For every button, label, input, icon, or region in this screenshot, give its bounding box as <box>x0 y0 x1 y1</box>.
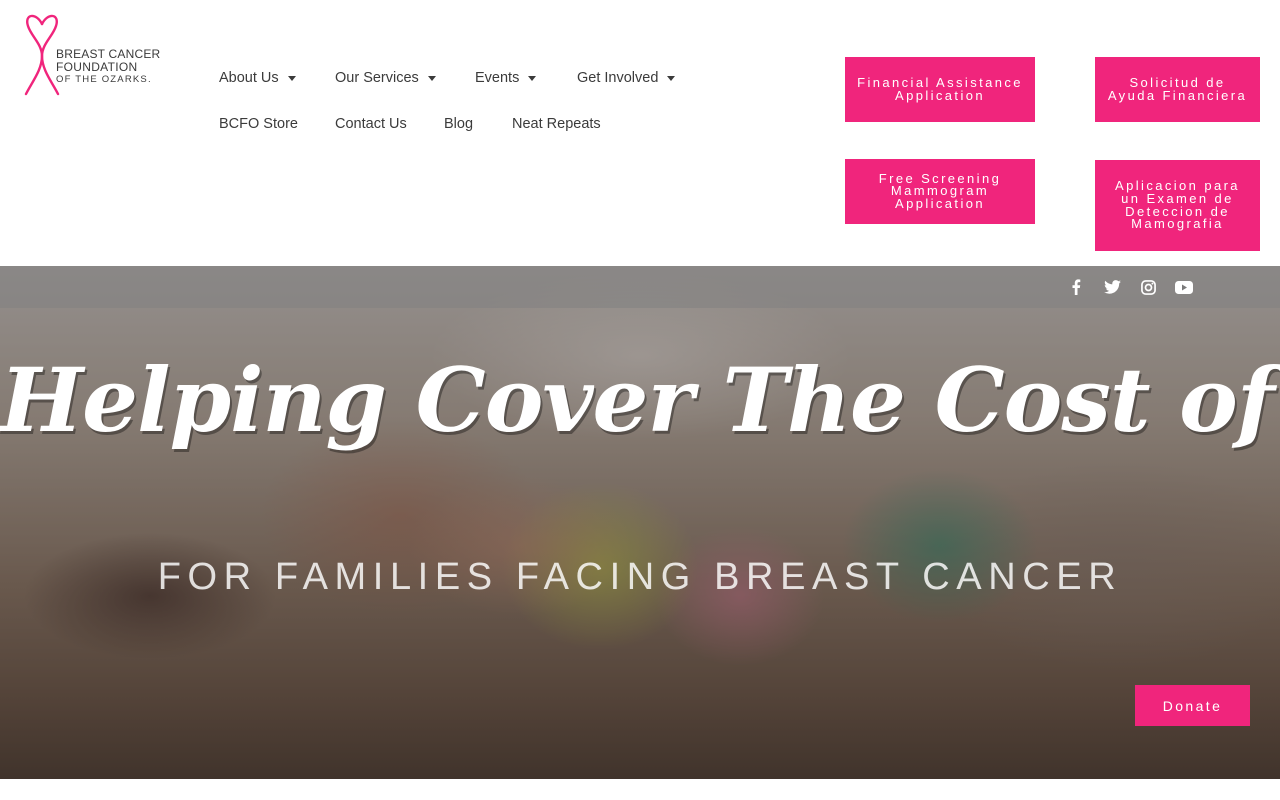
chevron-down-icon <box>667 75 676 81</box>
nav-neat-repeats[interactable]: Neat Repeats <box>512 116 601 132</box>
hero-title: Helping Cover The Cost of Life <box>0 348 1280 452</box>
nav-about-us-label: About Us <box>219 70 279 86</box>
site-logo[interactable]: BREAST CANCER FOUNDATION OF THE OZARKS. <box>22 10 167 98</box>
nav-our-services-label: Our Services <box>335 70 419 86</box>
chevron-down-icon <box>427 75 436 81</box>
free-screening-mammogram-button[interactable]: Free Screening Mammogram Application <box>845 159 1035 224</box>
donate-button[interactable]: Donate <box>1135 685 1250 726</box>
nav-about-us[interactable]: About Us <box>219 70 296 86</box>
donate-label: Donate <box>1162 697 1223 714</box>
hero-subtitle: FOR FAMILIES FACING BREAST CANCER <box>157 556 1123 598</box>
free-screening-mammogram-label: Free Screening Mammogram Application <box>878 170 1002 211</box>
nav-bcfo-store[interactable]: BCFO Store <box>219 116 298 132</box>
youtube-icon[interactable] <box>1175 278 1193 296</box>
nav-events-label: Events <box>475 70 520 86</box>
facebook-icon[interactable] <box>1067 278 1085 296</box>
solicitud-ayuda-button[interactable]: Solicitud de Ayuda Financiera <box>1095 57 1260 122</box>
twitter-icon[interactable] <box>1103 278 1121 296</box>
nav-neat-repeats-label: Neat Repeats <box>512 116 601 132</box>
logo-line-3: OF THE OZARKS. <box>56 74 152 85</box>
chevron-down-icon <box>528 75 537 81</box>
hero-photo-overlay <box>0 266 1280 779</box>
financial-assistance-label: Financial Assistance Application <box>857 74 1023 103</box>
aplicacion-mamografia-label: Aplicacion para un Examen de Deteccion d… <box>1115 178 1240 232</box>
nav-blog-label: Blog <box>444 116 474 132</box>
chevron-down-icon <box>287 75 296 81</box>
nav-contact-us-label: Contact Us <box>335 116 407 132</box>
nav-events[interactable]: Events <box>475 70 537 86</box>
site-header: BREAST CANCER FOUNDATION OF THE OZARKS. … <box>0 0 1280 266</box>
nav-blog[interactable]: Blog <box>444 116 473 132</box>
logo-wordmark: BREAST CANCER FOUNDATION OF THE OZARKS. <box>56 48 160 85</box>
logo-line-2: FOUNDATION <box>56 60 138 74</box>
nav-get-involved[interactable]: Get Involved <box>577 70 676 86</box>
social-bar <box>0 266 1280 308</box>
instagram-icon[interactable] <box>1139 278 1157 296</box>
aplicacion-mamografia-button[interactable]: Aplicacion para un Examen de Deteccion d… <box>1095 160 1260 251</box>
nav-bcfo-store-label: BCFO Store <box>219 116 298 132</box>
hero-section: Helping Cover The Cost of Life FOR FAMIL… <box>0 266 1280 779</box>
logo-line-1: BREAST CANCER <box>56 47 161 61</box>
nav-our-services[interactable]: Our Services <box>335 70 436 86</box>
nav-get-involved-label: Get Involved <box>577 70 659 86</box>
solicitud-ayuda-label: Solicitud de Ayuda Financiera <box>1107 74 1248 103</box>
financial-assistance-button[interactable]: Financial Assistance Application <box>845 57 1035 122</box>
nav-contact-us[interactable]: Contact Us <box>335 116 407 132</box>
